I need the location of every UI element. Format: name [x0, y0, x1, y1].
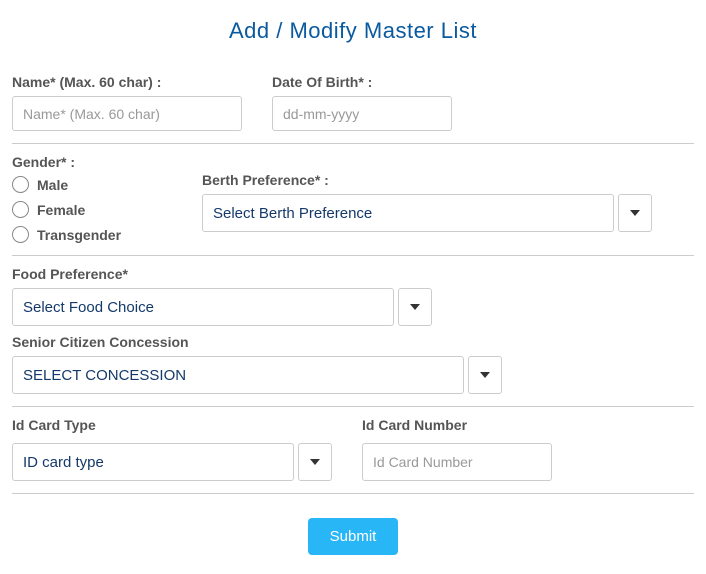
gender-option-female[interactable]: Female — [12, 201, 162, 218]
concession-label: Senior Citizen Concession — [12, 334, 694, 350]
dob-input[interactable] — [272, 96, 452, 131]
food-dropdown-button[interactable] — [398, 288, 432, 326]
divider — [12, 493, 694, 494]
dob-label: Date Of Birth* : — [272, 74, 452, 90]
chevron-down-icon — [310, 459, 320, 465]
chevron-down-icon — [480, 372, 490, 378]
gender-option-label: Female — [37, 202, 85, 218]
idtype-dropdown[interactable]: ID card type — [12, 443, 332, 481]
radio-icon — [12, 226, 29, 243]
name-field: Name* (Max. 60 char) : — [12, 74, 242, 131]
idtype-dropdown-button[interactable] — [298, 443, 332, 481]
idtype-field: Id Card Type ID card type — [12, 417, 332, 481]
idcard-row: Id Card Type ID card type Id Card Number — [12, 417, 694, 481]
food-dropdown[interactable]: Select Food Choice — [12, 288, 432, 326]
gender-radio-group: Male Female Transgender — [12, 176, 162, 243]
idnumber-field: Id Card Number — [362, 417, 552, 481]
page-title: Add / Modify Master List — [12, 18, 694, 44]
food-label: Food Preference* — [12, 266, 694, 282]
idtype-label: Id Card Type — [12, 417, 332, 433]
idnumber-input[interactable] — [362, 443, 552, 481]
radio-icon — [12, 176, 29, 193]
gender-option-label: Transgender — [37, 227, 121, 243]
gender-berth-row: Gender* : Male Female Transgender Berth … — [12, 154, 694, 243]
radio-icon — [12, 201, 29, 218]
submit-button[interactable]: Submit — [308, 518, 399, 555]
dob-field: Date Of Birth* : — [272, 74, 452, 131]
food-field: Food Preference* Select Food Choice — [12, 266, 694, 326]
berth-label: Berth Preference* : — [202, 172, 694, 188]
berth-field: Berth Preference* : Select Berth Prefere… — [202, 154, 694, 243]
divider — [12, 143, 694, 144]
idtype-selected: ID card type — [12, 443, 294, 481]
berth-dropdown-button[interactable] — [618, 194, 652, 232]
food-selected: Select Food Choice — [12, 288, 394, 326]
gender-label: Gender* : — [12, 154, 162, 170]
berth-dropdown[interactable]: Select Berth Preference — [202, 194, 652, 232]
berth-selected: Select Berth Preference — [202, 194, 614, 232]
concession-field: Senior Citizen Concession SELECT CONCESS… — [12, 334, 694, 394]
name-input[interactable] — [12, 96, 242, 131]
divider — [12, 255, 694, 256]
gender-field: Gender* : Male Female Transgender — [12, 154, 162, 243]
idnumber-label: Id Card Number — [362, 417, 552, 433]
name-label: Name* (Max. 60 char) : — [12, 74, 242, 90]
concession-dropdown-button[interactable] — [468, 356, 502, 394]
submit-row: Submit — [12, 518, 694, 555]
chevron-down-icon — [630, 210, 640, 216]
name-dob-row: Name* (Max. 60 char) : Date Of Birth* : — [12, 74, 694, 131]
chevron-down-icon — [410, 304, 420, 310]
gender-option-label: Male — [37, 177, 68, 193]
divider — [12, 406, 694, 407]
gender-option-transgender[interactable]: Transgender — [12, 226, 162, 243]
concession-selected: SELECT CONCESSION — [12, 356, 464, 394]
concession-dropdown[interactable]: SELECT CONCESSION — [12, 356, 502, 394]
gender-option-male[interactable]: Male — [12, 176, 162, 193]
